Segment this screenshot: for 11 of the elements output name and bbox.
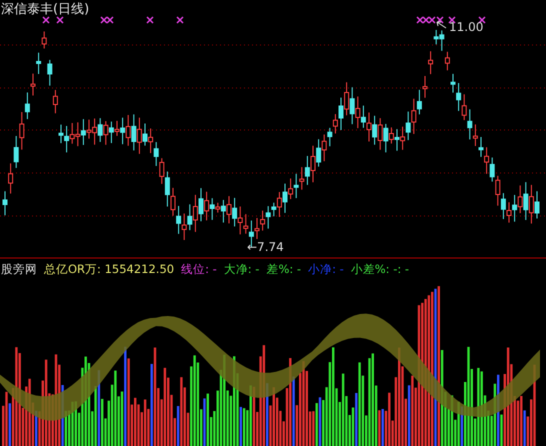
low-price-label: ←7.74 <box>247 240 284 254</box>
chart-title: 深信泰丰(日线) <box>1 1 90 18</box>
indicator-label: 股旁网 <box>1 262 37 277</box>
arrow-icon <box>436 22 446 28</box>
indicator-label: 线位: - <box>181 262 217 277</box>
indicator-label: 大净: - <box>224 262 260 277</box>
indicator-label: 小净: - <box>308 262 344 277</box>
indicator-label: 总亿OR万: 1554212.50 <box>44 262 174 277</box>
indicator-label: 小差%: -: - <box>350 262 410 277</box>
high-price-label: 11.00 <box>449 20 484 34</box>
indicator-label: 差%: - <box>266 262 302 277</box>
